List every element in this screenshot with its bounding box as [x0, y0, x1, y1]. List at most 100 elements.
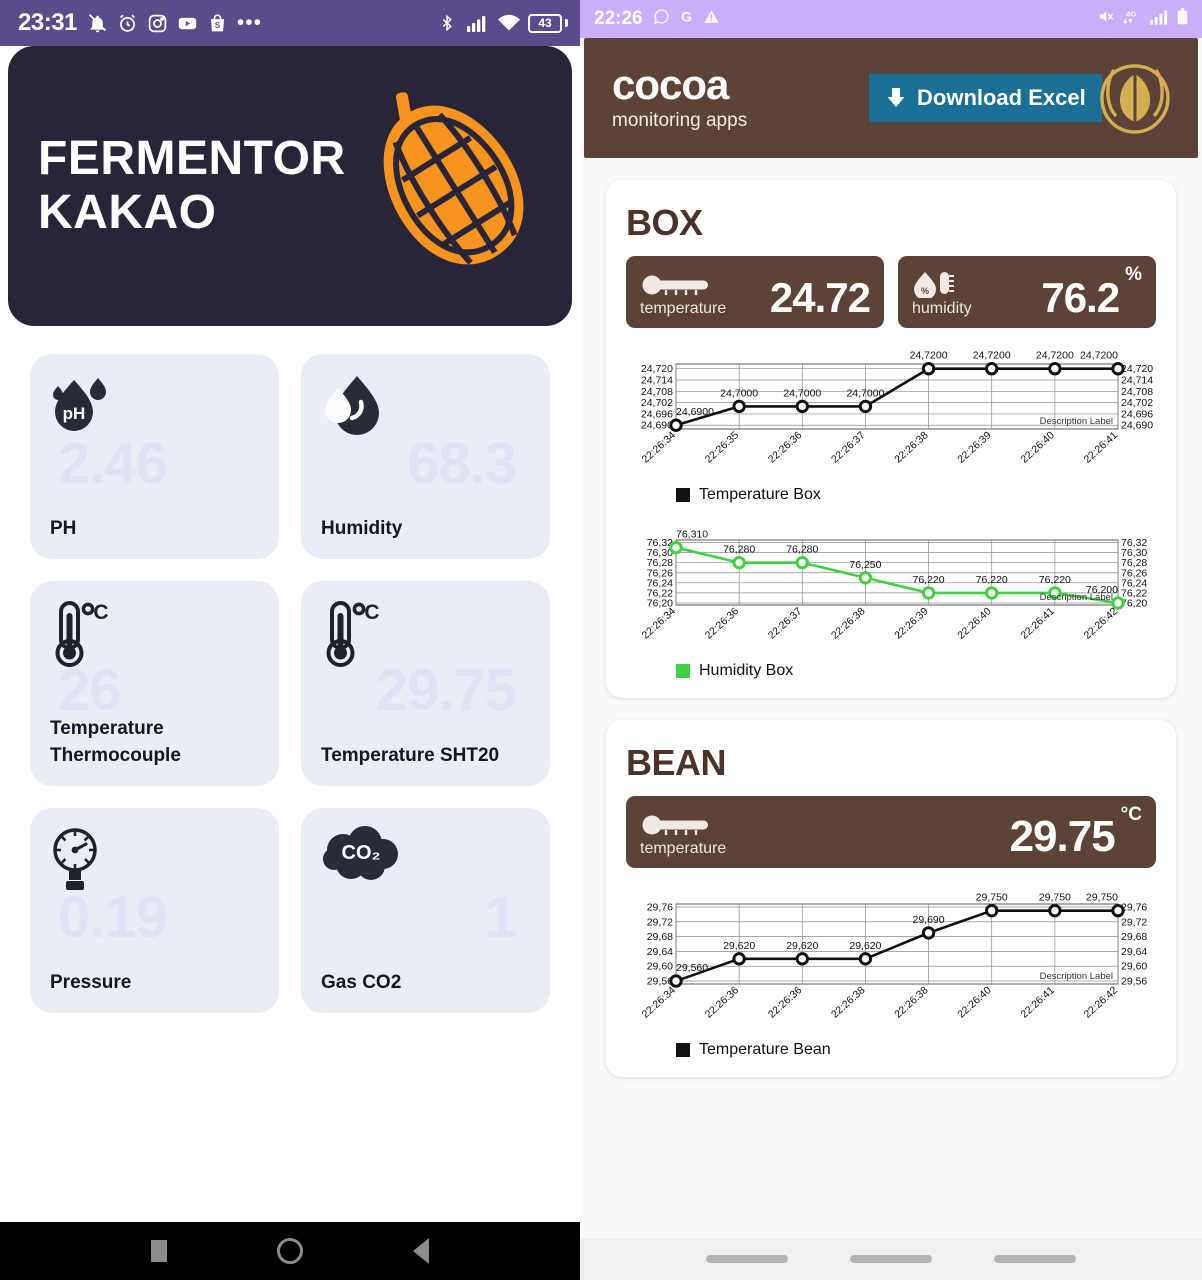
thermometer-icon [642, 815, 708, 835]
wifi-icon [497, 13, 521, 34]
legend-swatch [676, 664, 690, 678]
stat-value-bean-temperature: 29.75 [1009, 812, 1116, 862]
svg-text:22:26:37: 22:26:37 [766, 605, 805, 641]
svg-text:24,7000: 24,7000 [783, 387, 821, 399]
stat-value-box-humidity: 76.2 [1041, 274, 1120, 322]
svg-text:22:26:40: 22:26:40 [955, 984, 994, 1020]
stat-box-temperature: temperature 24.72 [626, 256, 884, 328]
svg-text:29,620: 29,620 [786, 940, 818, 952]
legend-swatch [676, 488, 690, 502]
stat-unit-bean-temperature: °C [1120, 804, 1142, 825]
svg-text:76,32: 76,32 [1121, 537, 1147, 549]
svg-text:CO₂: CO₂ [342, 842, 381, 864]
sensor-card-temperature-thermocouple[interactable]: C 26 Temperature Thermocouple [30, 581, 279, 786]
svg-text:24,690: 24,690 [1121, 420, 1153, 432]
svg-text:29,690: 29,690 [913, 914, 945, 926]
svg-text:24,702: 24,702 [641, 397, 673, 409]
app-hero-banner: FERMENTOR KAKAO [8, 46, 572, 326]
legend-label: Temperature Bean [699, 1041, 831, 1058]
battery-icon: 43 [528, 13, 562, 33]
cocoa-bean-logo-icon [1092, 56, 1178, 147]
more-dots-icon: ••• [236, 11, 262, 34]
svg-text:29,750: 29,750 [1086, 892, 1118, 904]
sensor-card-gas-co2[interactable]: CO₂ 1 Gas CO2 [301, 808, 550, 1013]
sensor-card-ph[interactable]: pH 2.46 PH [30, 354, 279, 559]
stat-box-humidity: % humidity 76.2 % [898, 256, 1156, 328]
temperature-bean-chart[interactable]: 29,56 29,56 29,60 29,60 29,64 29,64 29,68 29,68… [626, 882, 1156, 1059]
nav-pill[interactable] [706, 1255, 788, 1263]
svg-text:22:26:40: 22:26:40 [1018, 429, 1057, 465]
svg-text:29,60: 29,60 [647, 961, 673, 973]
download-excel-button[interactable]: Download Excel [869, 74, 1102, 122]
sensor-card-humidity[interactable]: 68.3 Humidity [301, 354, 550, 559]
signal-icon [466, 13, 490, 34]
svg-text:76,220: 76,220 [913, 574, 945, 586]
box-panel-title: BOX [626, 202, 703, 243]
svg-text:29,56: 29,56 [1121, 976, 1147, 988]
temperature-box-chart[interactable]: 24,690 24,690 24,696 24,696 24,702 24,702 24,7… [626, 342, 1156, 504]
sensor-value-gas-co2: 1 [484, 885, 517, 950]
svg-text:C: C [93, 601, 108, 624]
sensor-card-temperature-sht20[interactable]: C 29.75 Temperature SHT20 [301, 581, 550, 786]
svg-text:24,7200: 24,7200 [1036, 350, 1074, 362]
download-excel-label: Download Excel [917, 85, 1086, 110]
stat-value-box-temperature: 24.72 [769, 274, 871, 322]
svg-text:22:26:36: 22:26:36 [766, 429, 805, 465]
sensor-card-pressure[interactable]: 0.19 Pressure [30, 808, 279, 1013]
svg-text:22:26:41: 22:26:41 [1082, 429, 1121, 465]
svg-text:%: % [921, 286, 929, 296]
svg-text:29,620: 29,620 [849, 940, 881, 952]
svg-text:24,7200: 24,7200 [910, 350, 948, 362]
svg-text:76,220: 76,220 [1039, 574, 1071, 586]
android-navigation-bar [0, 1222, 580, 1280]
svg-text:24,6900: 24,6900 [676, 406, 714, 418]
svg-text:24,720: 24,720 [1121, 363, 1153, 375]
svg-text:22:26:40: 22:26:40 [955, 605, 994, 641]
svg-text:22:26:36: 22:26:36 [703, 605, 742, 641]
sensor-label-temperature-sht20: Temperature SHT20 [321, 745, 500, 767]
svg-text:29,60: 29,60 [1121, 961, 1147, 973]
svg-text:24,7000: 24,7000 [846, 387, 884, 399]
sensor-label-humidity: Humidity [321, 518, 403, 540]
bean-panel: BEAN temperature 29.75 °C 29,56 29,56 29… [606, 720, 1176, 1077]
svg-text:76,280: 76,280 [786, 544, 818, 556]
stat-label-humidity: humidity [912, 300, 972, 317]
legend-label: Temperature Box [699, 486, 821, 503]
svg-text:29,64: 29,64 [1121, 946, 1147, 958]
svg-text:22:26:38: 22:26:38 [829, 984, 868, 1020]
svg-text:76,280: 76,280 [723, 544, 755, 556]
svg-text:29,72: 29,72 [647, 916, 673, 928]
svg-text:24,714: 24,714 [641, 375, 673, 387]
box-stat-row: temperature 24.72 % humidity 76.2 % [626, 256, 1156, 328]
sensor-label-gas-co2: Gas CO2 [321, 972, 402, 994]
mute-icon [1097, 8, 1114, 30]
svg-text:29,620: 29,620 [723, 940, 755, 952]
svg-text:pH: pH [63, 404, 86, 423]
home-circle-icon[interactable] [277, 1238, 303, 1264]
svg-text:22:26:34: 22:26:34 [640, 984, 679, 1020]
nav-pill[interactable] [994, 1255, 1076, 1263]
shopee-icon: S [207, 13, 228, 34]
svg-text:22:26:38: 22:26:38 [892, 984, 931, 1020]
sensor-label-pressure: Pressure [50, 972, 132, 994]
bean-stat-row: temperature 29.75 °C [626, 796, 1156, 868]
recents-square-icon[interactable] [151, 1240, 167, 1262]
nav-pill[interactable] [850, 1255, 932, 1263]
thermometer-celsius-icon: C [321, 599, 380, 676]
svg-text:24,696: 24,696 [641, 408, 673, 420]
legend-temperature-bean: Temperature Bean [676, 1041, 1156, 1059]
cocoa-pod-icon [364, 92, 544, 282]
svg-text:22:26:34: 22:26:34 [640, 429, 679, 465]
svg-text:22:26:42: 22:26:42 [1082, 984, 1121, 1020]
sensor-value-ph: 2.46 [58, 431, 168, 496]
svg-text:24,7000: 24,7000 [720, 387, 758, 399]
back-triangle-icon[interactable] [413, 1238, 429, 1264]
sensor-label-ph: PH [50, 518, 77, 540]
humidity-box-chart[interactable]: 76,20 76,20 76,22 76,22 76,24 76,24 76,26 76,26… [626, 518, 1156, 680]
sensor-value-humidity: 68.3 [407, 431, 517, 496]
svg-text:22:26:36: 22:26:36 [703, 984, 742, 1020]
svg-text:24,702: 24,702 [1121, 397, 1153, 409]
svg-text:24,708: 24,708 [1121, 386, 1153, 398]
svg-text:22:26:38: 22:26:38 [829, 605, 868, 641]
legend-swatch [676, 1043, 690, 1057]
